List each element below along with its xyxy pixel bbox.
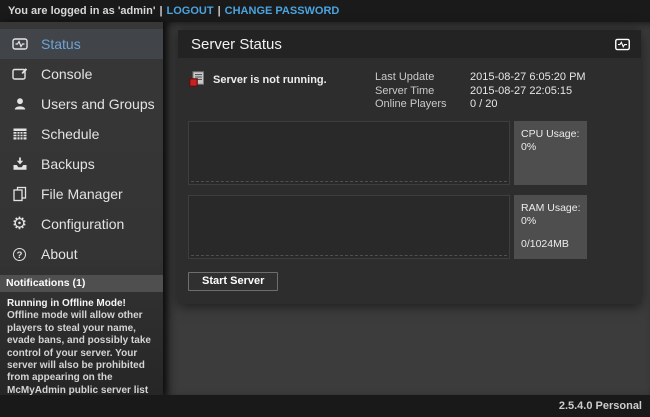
info-label: Server Time (375, 85, 470, 99)
cpu-usage-panel: CPU Usage: 0% (514, 121, 587, 185)
graph-zero-line (191, 255, 507, 256)
console-icon (11, 66, 28, 82)
topbar: You are logged in as 'admin' | LOGOUT | CHAN… (0, 0, 650, 22)
server-status-card: Server Status Server is not running. Las… (178, 30, 641, 304)
cpu-usage-value: 0% (521, 141, 583, 154)
footer-bar: 2.5.4.0 Personal (0, 395, 650, 417)
change-password-link[interactable]: CHANGE PASSWORD (225, 5, 340, 17)
info-row-last-update: Last Update 2015-08-27 6:05:20 PM (375, 71, 625, 85)
gear-icon: ⚙ (11, 216, 28, 232)
separator: | (218, 5, 221, 17)
server-report-icon (188, 71, 205, 87)
sidebar-item-label: File Manager (41, 186, 123, 202)
status-row: Server is not running. Last Update 2015-… (188, 71, 630, 112)
start-server-button[interactable]: Start Server (188, 272, 278, 291)
sidebar-item-console[interactable]: Console (0, 59, 163, 89)
notification-title: Running in Offline Mode! (7, 298, 156, 310)
info-label: Last Update (375, 71, 470, 85)
sidebar-item-label: Users and Groups (41, 96, 155, 112)
sidebar-item-label: Status (41, 36, 81, 52)
ram-usage-graph (188, 195, 510, 259)
logout-link[interactable]: LOGOUT (167, 5, 214, 17)
sidebar-item-label: Backups (41, 156, 95, 172)
info-value: 0 / 20 (470, 98, 625, 112)
backups-icon (11, 156, 28, 172)
card-header: Server Status (178, 30, 641, 58)
sidebar-item-about[interactable]: ? About (0, 239, 163, 269)
server-status-message: Server is not running. (213, 74, 327, 86)
card-body: Server is not running. Last Update 2015-… (178, 58, 641, 304)
status-icon (11, 36, 28, 52)
cpu-usage-graph (188, 121, 510, 185)
server-info-table: Last Update 2015-08-27 6:05:20 PM Server… (375, 71, 625, 112)
ram-usage-label: RAM Usage: (521, 202, 583, 215)
cpu-usage-label: CPU Usage: (521, 128, 583, 141)
separator: | (159, 5, 162, 17)
info-label: Online Players (375, 98, 470, 112)
notifications-header: Notifications (1) (0, 275, 163, 292)
version-label: 2.5.4.0 Personal (559, 400, 642, 412)
sidebar-item-configuration[interactable]: ⚙ Configuration (0, 209, 163, 239)
sidebar-item-users-and-groups[interactable]: Users and Groups (0, 89, 163, 119)
sidebar-item-schedule[interactable]: Schedule (0, 119, 163, 149)
ram-usage-row: RAM Usage: 0% 0/1024MB (188, 195, 630, 259)
sidebar-item-backups[interactable]: Backups (0, 149, 163, 179)
info-row-server-time: Server Time 2015-08-27 22:05:15 (375, 85, 625, 99)
users-icon (11, 96, 28, 112)
ram-usage-value: 0% (521, 215, 583, 228)
info-value: 2015-08-27 22:05:15 (470, 85, 625, 99)
question-icon: ? (11, 248, 28, 261)
sidebar-item-label: Configuration (41, 216, 124, 232)
file-manager-icon (11, 186, 28, 202)
cpu-usage-row: CPU Usage: 0% (188, 121, 630, 185)
info-row-online-players: Online Players 0 / 20 (375, 98, 625, 112)
logged-in-text: You are logged in as 'admin' (8, 5, 155, 17)
sidebar-item-status[interactable]: Status (0, 29, 163, 59)
schedule-icon (11, 126, 28, 142)
graph-zero-line (191, 181, 507, 182)
main-area: Server Status Server is not running. Las… (163, 22, 650, 395)
ram-usage-panel: RAM Usage: 0% 0/1024MB (514, 195, 587, 259)
sidebar-item-label: About (41, 246, 78, 262)
page-title: Server Status (191, 36, 282, 53)
sidebar-item-label: Schedule (41, 126, 99, 142)
sidebar-item-file-manager[interactable]: File Manager (0, 179, 163, 209)
status-icon (614, 37, 631, 52)
ram-usage-detail: 0/1024MB (521, 238, 583, 251)
sidebar-item-label: Console (41, 66, 92, 82)
sidebar: Status Console Users and Groups Schedule… (0, 22, 163, 395)
info-value: 2015-08-27 6:05:20 PM (470, 71, 625, 85)
